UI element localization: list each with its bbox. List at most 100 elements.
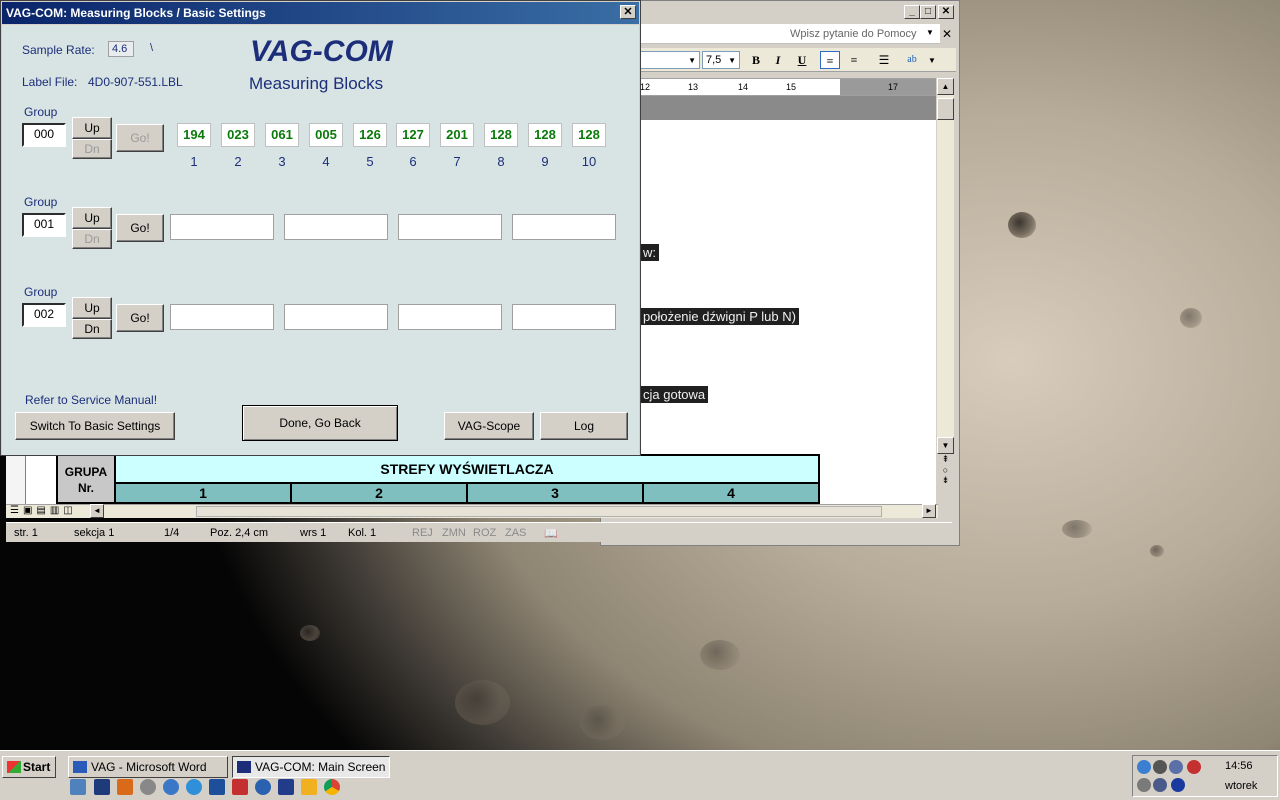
chrome-icon[interactable] [324, 779, 340, 795]
moon-crater [1150, 545, 1164, 557]
bold-button[interactable]: B [746, 51, 766, 69]
group-number-input[interactable]: 002 [22, 303, 66, 327]
pdf-icon[interactable] [232, 779, 248, 795]
selected-text: cja gotowa [640, 386, 709, 403]
quicklaunch-app-icon[interactable] [209, 779, 225, 795]
group-go-button[interactable]: Go! [116, 124, 164, 152]
spelling-icon[interactable]: ab [902, 51, 922, 69]
quicklaunch-desktop-icon[interactable] [70, 779, 86, 795]
moon-crater [1062, 520, 1092, 538]
quicklaunch-app-icon[interactable] [301, 779, 317, 795]
media-player-icon[interactable] [255, 779, 271, 795]
next-page-icon[interactable]: ⇟ [937, 475, 954, 486]
ruler: 12 13 14 15 17 [640, 78, 936, 96]
scroll-down-icon[interactable]: ▼ [937, 437, 954, 454]
table-column-header: 3 [466, 482, 644, 504]
minimize-button[interactable]: _ [904, 5, 920, 19]
close-doc-icon[interactable]: ✕ [942, 27, 952, 41]
scroll-left-icon[interactable]: ◄ [90, 504, 104, 518]
group-up-button[interactable]: Up [72, 207, 112, 229]
start-button[interactable]: Start [2, 756, 56, 778]
network-disconnected-icon[interactable] [1153, 760, 1167, 774]
clock-time[interactable]: 14:56 [1225, 760, 1253, 772]
quicklaunch-app-icon[interactable] [94, 779, 110, 795]
vag-com-window: VAG-COM: Measuring Blocks / Basic Settin… [0, 0, 641, 456]
group-down-button[interactable]: Dn [72, 229, 112, 249]
task-word[interactable]: VAG - Microsoft Word [68, 756, 228, 778]
document-page[interactable]: w: położenie dźwigni P lub N) cja gotowa [640, 120, 936, 504]
group-go-button[interactable]: Go! [116, 214, 164, 242]
switch-basic-settings-button[interactable]: Switch To Basic Settings [15, 412, 175, 440]
scroll-right-icon[interactable]: ► [922, 504, 936, 518]
align-left-icon[interactable]: ≡ [820, 51, 840, 69]
align-center-icon[interactable]: ≡ [844, 51, 864, 69]
group-down-button[interactable]: Dn [72, 319, 112, 339]
usb-icon[interactable] [1137, 778, 1151, 792]
task-vag-com[interactable]: VAG-COM: Main Screen [232, 756, 390, 778]
font-size-select[interactable]: 7,5 ▼ [702, 51, 740, 69]
maximize-button[interactable]: □ [920, 5, 936, 19]
group-up-button[interactable]: Up [72, 117, 112, 139]
table-column-header: 4 [642, 482, 820, 504]
save-icon[interactable] [278, 779, 294, 795]
vag-scope-button[interactable]: VAG-Scope [444, 412, 534, 440]
group-number-input[interactable]: 001 [22, 213, 66, 237]
quicklaunch-app-icon[interactable] [163, 779, 179, 795]
measurement-field [398, 214, 502, 240]
group-go-button[interactable]: Go! [116, 304, 164, 332]
prev-page-icon[interactable]: ⇞ [937, 454, 954, 465]
scroll-up-icon[interactable]: ▲ [937, 78, 954, 95]
label-file-value: 4D0-907-551.LBL [88, 75, 183, 89]
underline-button[interactable]: U [792, 51, 812, 69]
quicklaunch-app-icon[interactable] [140, 779, 156, 795]
browse-object-icon[interactable]: ○ [937, 465, 954, 475]
spelling-status-icon[interactable]: 📖 [544, 527, 558, 540]
group-up-button[interactable]: Up [72, 297, 112, 319]
security-shield-icon[interactable] [1187, 760, 1201, 774]
dropdown-arrow-icon: ▼ [688, 56, 696, 65]
tray-app-icon[interactable] [1171, 778, 1185, 792]
dropdown-arrow-icon[interactable]: ▼ [926, 28, 934, 37]
dropdown-arrow-icon[interactable]: ▼ [928, 56, 936, 65]
scroll-thumb[interactable] [196, 506, 882, 517]
horizontal-scrollbar[interactable]: ☰▣▤▥◫ ◄ ► [6, 504, 938, 518]
block-value: 128 [572, 123, 606, 147]
label-file-label: Label File: [22, 75, 78, 89]
measurement-field [284, 214, 388, 240]
group-label: Group [24, 285, 58, 299]
view-buttons[interactable]: ☰▣▤▥◫ [10, 505, 77, 516]
close-icon[interactable]: ✕ [620, 5, 636, 19]
font-name-select[interactable]: ▼ [640, 51, 700, 69]
network-disconnected-icon[interactable] [1169, 760, 1183, 774]
network-icon[interactable] [1137, 760, 1151, 774]
block-index: 4 [322, 154, 330, 169]
help-placeholder: Wpisz pytanie do Pomocy [790, 28, 917, 40]
formatting-toolbar: ▼ 7,5 ▼ B I U ≡ ≡ ☰ ab ▼ [640, 48, 956, 72]
table-column-header: 2 [290, 482, 468, 504]
selected-text: w: [640, 244, 659, 261]
group-number-input[interactable]: 000 [22, 123, 66, 147]
group-down-button[interactable]: Dn [72, 139, 112, 159]
italic-button[interactable]: I [768, 51, 788, 69]
done-go-back-button[interactable]: Done, Go Back [242, 405, 398, 441]
block-value: 127 [396, 123, 430, 147]
dropdown-arrow-icon: ▼ [728, 56, 736, 65]
quicklaunch-app-icon[interactable] [117, 779, 133, 795]
window-title: VAG-COM: Measuring Blocks / Basic Settin… [2, 2, 639, 24]
block-value: 194 [177, 123, 211, 147]
volume-icon[interactable] [1153, 778, 1167, 792]
bullet-list-icon[interactable]: ☰ [874, 51, 894, 69]
system-tray: 14:56 wtorek [1132, 755, 1278, 797]
log-button[interactable]: Log [540, 412, 628, 440]
close-button[interactable]: ✕ [938, 5, 954, 19]
sample-rate-label: Sample Rate: [22, 43, 95, 57]
scroll-thumb[interactable] [937, 98, 954, 120]
block-index: 3 [278, 154, 286, 169]
block-value: 128 [484, 123, 518, 147]
ie-icon[interactable] [186, 779, 202, 795]
block-index: 2 [234, 154, 242, 169]
vertical-ruler [6, 454, 26, 504]
block-value: 128 [528, 123, 562, 147]
vertical-scrollbar[interactable]: ▲ ▼ [937, 78, 954, 454]
help-search-box[interactable]: Wpisz pytanie do Pomocy ▼ [640, 24, 940, 44]
